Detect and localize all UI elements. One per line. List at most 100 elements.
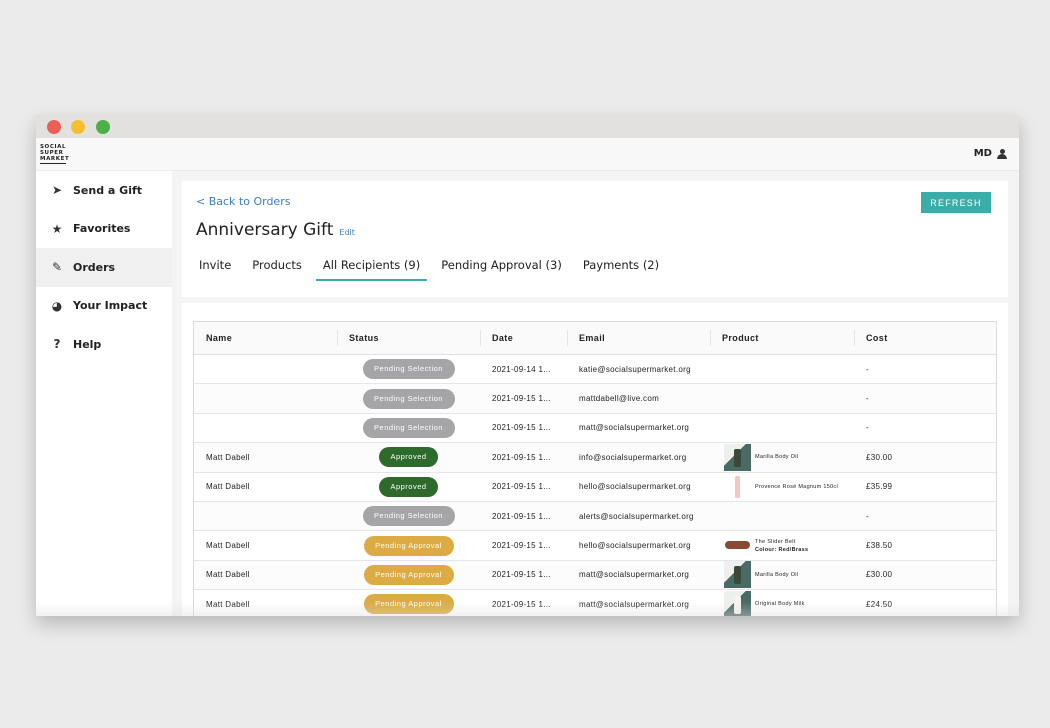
table-row[interactable]: Pending Selection 2021-09-15 1... matt@soc… [194,414,996,444]
product-variant: Colour: Red/Brass [755,546,809,553]
order-cost: - [866,423,869,433]
sidebar-item-favorites[interactable]: ★ Favorites [36,210,172,249]
user-icon [997,148,1007,159]
sidebar-item-your-impact[interactable]: ◕ Your Impact [36,287,172,326]
sidebar-item-label: Send a Gift [73,183,143,197]
social-supermarket-logo[interactable]: SOCIAL SUPER MARKET [40,144,69,164]
table-row[interactable]: Pending Selection 2021-09-15 1... alerts@s… [194,501,996,532]
recipient-email: hello@socialsupermarket.org [579,482,691,492]
status-cell: Pending Selection [337,388,480,409]
product-name: Provence Rosé Magnum 150cl [755,483,839,490]
status-cell: Approved [337,476,480,497]
table-row[interactable]: Matt Dabell Approved 2021-09-15 1... hello@… [194,473,996,502]
order-date: 2021-09-15 1... [492,541,551,551]
order-date: 2021-09-15 1... [492,482,551,492]
order-date: 2021-09-14 1... [492,364,551,374]
edit-title-link[interactable]: Edit [339,228,355,237]
product-name: Original Body Milk [755,601,805,608]
sidebar-item-label: Help [73,337,102,351]
product-thumbnail [724,561,751,589]
product-thumbnail [724,473,751,501]
status-badge: Approved [379,447,438,468]
status-cell: Pending Selection [337,417,480,438]
sidebar-item-label: Favorites [73,222,131,236]
status-badge: Approved [379,476,438,497]
back-to-orders-link[interactable]: < Back to Orders [196,195,994,208]
tab-all-recipients[interactable]: All Recipients (9) [315,254,428,281]
sidebar-item-help[interactable]: ? Help [36,325,172,364]
table-header: Name Status Date Email Product Cost [194,322,996,355]
status-badge: Pending Selection [362,388,455,409]
product-cell: Marilla Body Oil [710,443,854,471]
tab-products[interactable]: Products [245,254,309,281]
recipient-email: info@socialsupermarket.org [579,452,687,462]
question-icon: ? [53,337,61,352]
column-header-name[interactable]: Name [194,333,337,343]
order-cost: - [866,511,869,521]
table-row[interactable]: Matt Dabell Pending Approval 2021-09-15 1.… [194,590,996,616]
recipients-table: Name Status Date Email Product Cost Pend… [193,321,997,616]
order-date: 2021-09-15 1... [492,394,551,404]
app-topbar: SOCIAL SUPER MARKET MD [36,138,1019,171]
column-header-email[interactable]: Email [567,330,710,346]
window-titlebar [36,115,1019,138]
tab-invite[interactable]: Invite [196,254,238,281]
page-title: Anniversary Gift [196,220,334,240]
status-cell: Pending Selection [337,506,480,527]
status-cell: Pending Approval [337,535,480,556]
gauge-icon: ◕ [51,298,63,313]
product-info: Marilla Body Oil [755,453,798,461]
close-window-button[interactable] [47,120,61,134]
order-cost: £30.00 [866,570,893,580]
status-badge: Pending Approval [363,594,454,615]
order-cost: £35.99 [866,482,893,492]
order-cost: - [866,394,869,404]
order-date: 2021-09-15 1... [492,452,551,462]
product-cell: Marilla Body Oil [710,561,854,589]
star-icon: ★ [51,221,63,236]
recipient-email: mattdabell@live.com [579,394,660,404]
column-header-product[interactable]: Product [710,330,854,346]
table-row[interactable]: Pending Selection 2021-09-15 1... mattdabe… [194,384,996,414]
table-row[interactable]: Matt Dabell Pending Approval 2021-09-15 1.… [194,531,996,561]
paper-plane-icon: ➤ [51,183,63,198]
refresh-button[interactable]: REFRESH [921,192,991,213]
table-row[interactable]: Matt Dabell Approved 2021-09-15 1... info@s… [194,443,996,473]
product-thumbnail [724,443,751,471]
user-menu[interactable]: MD [974,148,1007,159]
status-badge: Pending Selection [362,359,455,380]
sidebar-item-orders[interactable]: ✎ Orders [36,248,172,287]
sidebar-item-send-a-gift[interactable]: ➤ Send a Gift [36,171,172,210]
order-cost: £24.50 [866,599,893,609]
product-cell: Original Body Milk [710,590,854,616]
column-header-date[interactable]: Date [480,330,567,346]
recipient-email: matt@socialsupermarket.org [579,423,690,433]
recipient-email: katie@socialsupermarket.org [579,364,691,374]
maximize-window-button[interactable] [96,120,110,134]
logo-line: MARKET [40,156,70,162]
table-row[interactable]: Matt Dabell Pending Approval 2021-09-15 1.… [194,560,996,591]
column-header-cost[interactable]: Cost [854,330,994,346]
status-cell: Pending Approval [337,564,480,585]
recipient-email: alerts@socialsupermarket.org [579,511,694,521]
status-badge: Pending Selection [362,417,455,438]
table-row[interactable]: Pending Selection 2021-09-14 1... katie@so… [194,355,996,385]
order-cost: £30.00 [866,452,893,462]
status-badge: Pending Approval [363,564,454,585]
status-cell: Pending Approval [337,594,480,615]
recipient-email: matt@socialsupermarket.org [579,570,690,580]
product-name: Marilla Body Oil [755,571,799,578]
browser-window: SOCIAL SUPER MARKET MD ➤ Send a Gift ★ Favo… [36,115,1019,616]
order-cost: - [866,364,869,374]
product-cell: Provence Rosé Magnum 150cl [710,473,854,501]
table-body: Pending Selection 2021-09-14 1... katie@so… [194,355,996,616]
product-thumbnail [724,590,751,616]
column-header-status[interactable]: Status [337,330,480,346]
product-info: The Slider Belt Colour: Red/Brass [755,538,808,554]
minimize-window-button[interactable] [71,120,85,134]
tab-pending-approval[interactable]: Pending Approval (3) [434,254,569,281]
product-info: Marilla Body Oil [755,571,798,579]
order-cost: £38.50 [866,541,893,551]
main-content: < Back to Orders Anniversary Gift Edit R… [182,181,1008,616]
tab-payments[interactable]: Payments (2) [576,254,666,281]
